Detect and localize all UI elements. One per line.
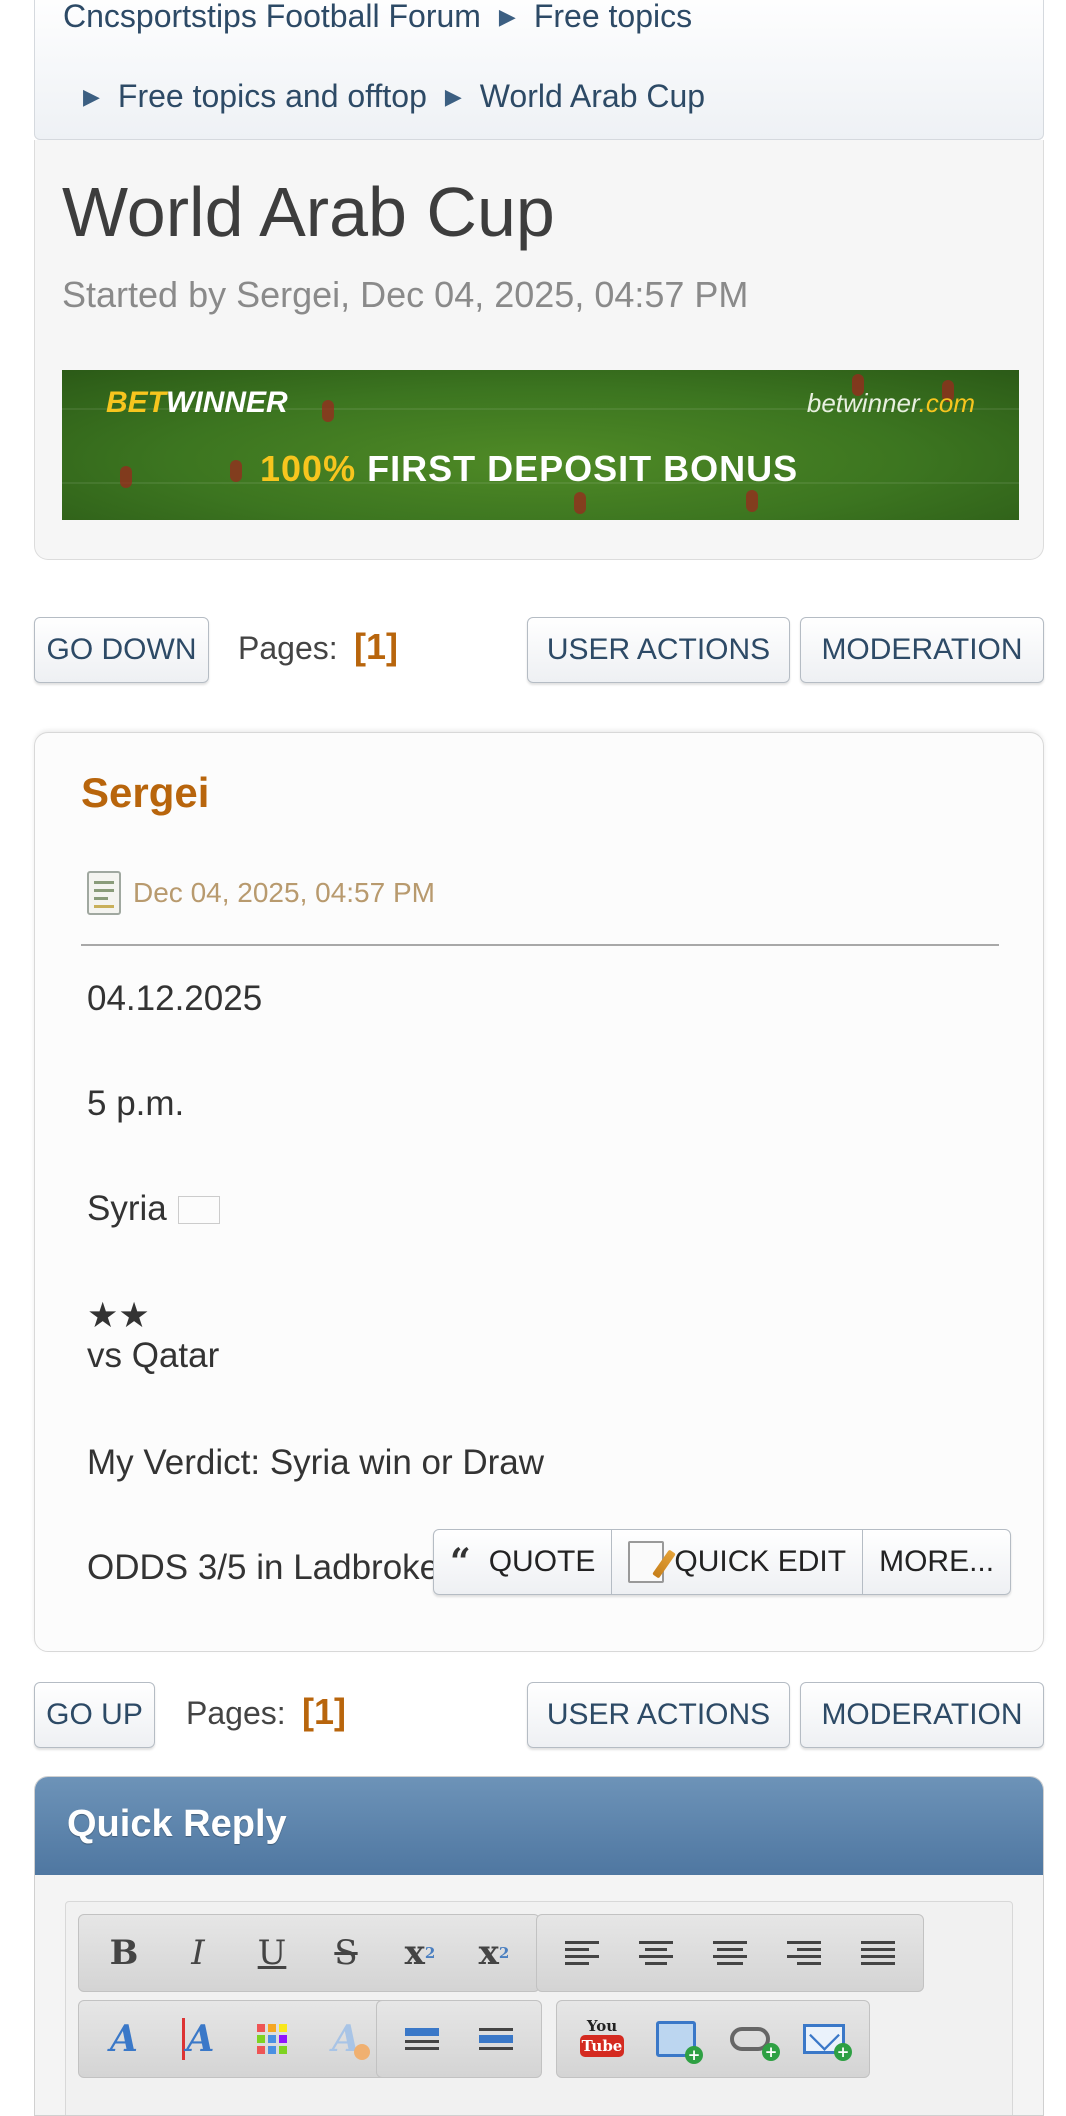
image-icon[interactable]: + — [639, 2008, 713, 2070]
post-divider — [81, 944, 999, 946]
format-group: B I U S x2 x2 — [78, 1914, 540, 1992]
font-size-icon[interactable]: A — [161, 2008, 235, 2070]
editor-toolbar: B I U S x2 x2 A A A You Tube + + + — [65, 1901, 1013, 2115]
breadcrumb-board-link[interactable]: Free topics — [534, 0, 692, 34]
breadcrumb-arrow-icon: ▶ — [83, 84, 100, 109]
align-center-2-icon[interactable] — [693, 1922, 767, 1984]
pages-label: Pages: — [186, 1695, 286, 1731]
banner-domain: betwinner.com — [806, 388, 975, 418]
more-button[interactable]: MORE... — [863, 1530, 1010, 1594]
pages-current[interactable]: [1] — [354, 626, 398, 668]
justify-icon[interactable] — [841, 1922, 915, 1984]
pages-label: Pages: — [238, 630, 338, 666]
breadcrumb-arrow-icon: ▶ — [498, 4, 516, 29]
float-right-icon[interactable] — [459, 2008, 533, 2070]
block-group — [376, 2000, 542, 2078]
breadcrumb-row-1: Cncsportstips Football Forum ▶ Free topics — [63, 0, 692, 35]
post: Sergei Dec 04, 2025, 04:57 PM 04.12.2025… — [34, 732, 1044, 1652]
pages-current[interactable]: [1] — [302, 1691, 346, 1733]
topic-started-by: Started by Sergei, Dec 04, 2025, 04:57 P… — [62, 274, 749, 315]
italic-icon[interactable]: I — [161, 1922, 235, 1984]
email-icon[interactable]: + — [787, 2008, 861, 2070]
align-right-icon[interactable] — [767, 1922, 841, 1984]
ad-banner[interactable]: BETWINNER betwinner.com 100% FIRST DEPOS… — [62, 370, 1019, 520]
media-group: You Tube + + + — [556, 2000, 870, 2078]
post-author[interactable]: Sergei — [81, 769, 209, 817]
go-up-button[interactable]: GO UP — [34, 1682, 155, 1748]
quote-icon: “ — [450, 1541, 471, 1583]
link-icon[interactable]: + — [713, 2008, 787, 2070]
post-line-time: 5 p.m. — [87, 1084, 185, 1123]
go-down-button[interactable]: GO DOWN — [34, 617, 209, 683]
moderation-button[interactable]: MODERATION — [800, 617, 1044, 683]
quick-reply-title: Quick Reply — [35, 1777, 1043, 1875]
breadcrumb-topic-link[interactable]: World Arab Cup — [480, 78, 705, 114]
post-line-verdict: My Verdict: Syria win or Draw — [87, 1443, 545, 1482]
moderation-button[interactable]: MODERATION — [800, 1682, 1044, 1748]
align-group — [536, 1914, 924, 1992]
banner-logo: BETWINNER — [106, 386, 288, 419]
breadcrumb-row-2: ▶ Free topics and offtop ▶ World Arab Cup — [83, 78, 705, 115]
quick-reply: Quick Reply B I U S x2 x2 A A A You Tube… — [34, 1776, 1044, 2116]
edit-icon — [628, 1541, 677, 1583]
post-line-date: 04.12.2025 — [87, 979, 263, 1018]
syria-flag-icon — [178, 1196, 221, 1224]
breadcrumb-forum-link[interactable]: Cncsportstips Football Forum — [63, 0, 481, 34]
strike-icon[interactable]: S — [309, 1922, 383, 1984]
align-center-icon[interactable] — [619, 1922, 693, 1984]
font-group: A A A — [78, 2000, 392, 2078]
post-icon — [87, 871, 121, 915]
align-left-icon[interactable] — [545, 1922, 619, 1984]
breadcrumb-subboard-link[interactable]: Free topics and offtop — [118, 78, 427, 114]
remove-format-icon[interactable]: A — [309, 2008, 383, 2070]
quote-button[interactable]: “ QUOTE — [434, 1530, 613, 1594]
float-left-icon[interactable] — [385, 2008, 459, 2070]
bold-icon[interactable]: B — [87, 1922, 161, 1984]
breadcrumb-arrow-icon: ▶ — [444, 84, 462, 109]
topic-header: World Arab Cup Started by Sergei, Dec 04… — [34, 140, 1044, 560]
youtube-icon[interactable]: You Tube — [565, 2008, 639, 2070]
subscript-icon[interactable]: x2 — [457, 1922, 531, 1984]
superscript-icon[interactable]: x2 — [383, 1922, 457, 1984]
post-date-link[interactable]: Dec 04, 2025, 04:57 PM — [133, 877, 435, 909]
post-line-match: Syria — [87, 1191, 544, 1227]
post-actions: “ QUOTE QUICK EDIT MORE... — [433, 1529, 1012, 1595]
page-title: World Arab Cup — [62, 173, 555, 251]
user-actions-button[interactable]: USER ACTIONS — [527, 1682, 790, 1748]
color-icon[interactable] — [235, 2008, 309, 2070]
underline-icon[interactable]: U — [235, 1922, 309, 1984]
banner-headline: 100% FIRST DEPOSIT BONUS — [260, 448, 799, 489]
quick-edit-button[interactable]: QUICK EDIT — [612, 1530, 864, 1594]
post-meta: Dec 04, 2025, 04:57 PM — [87, 871, 435, 915]
breadcrumb: Cncsportstips Football Forum ▶ Free topics… — [34, 0, 1044, 140]
font-face-icon[interactable]: A — [87, 2008, 161, 2070]
user-actions-button[interactable]: USER ACTIONS — [527, 617, 790, 683]
